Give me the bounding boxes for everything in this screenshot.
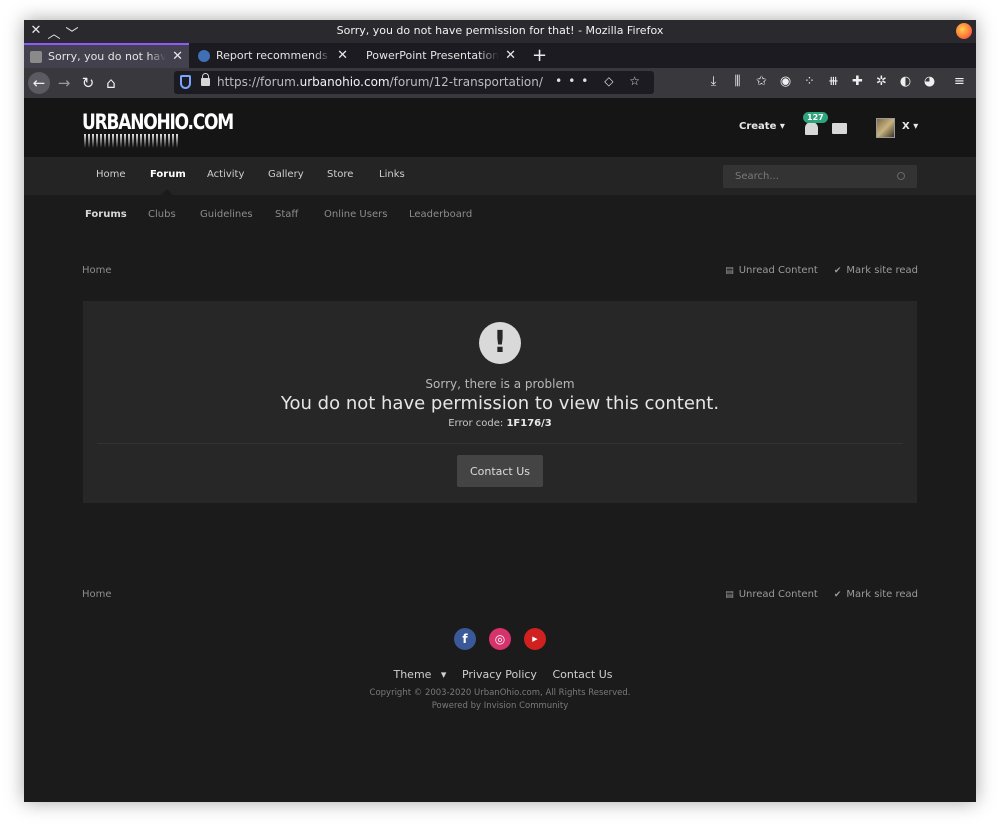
subnav-guidelines[interactable]: Guidelines (200, 209, 253, 220)
error-code: Error code: 1F176/3 (448, 418, 552, 429)
theme-menu[interactable]: Theme ▾ (387, 668, 446, 681)
error-message: You do not have permission to view this … (280, 393, 720, 414)
site-header: URBANOHIO.COM Create ▾ 127 X ▾ (24, 98, 976, 157)
url-text[interactable]: https://forum.urbanohio.com/forum/12-tra… (217, 75, 543, 89)
logo-text: URBANOHIO.COM (82, 110, 234, 135)
youtube-icon[interactable]: ▶ (524, 628, 546, 650)
close-tab-icon[interactable]: ✕ (172, 49, 183, 64)
skyline-logo-icon (84, 134, 180, 148)
error-panel: ! Sorry, there is a problem You do not h… (83, 301, 917, 503)
hamburger-menu-icon[interactable]: ≡ (952, 74, 967, 89)
messages-envelope-icon[interactable] (832, 123, 847, 134)
address-bar[interactable]: https://forum.urbanohio.com/forum/12-tra… (174, 71, 654, 94)
settings-gear-icon[interactable]: ✲ (874, 74, 889, 89)
footer-breadcrumb: Home ▤ Unread Content ✔ Mark site read (82, 587, 918, 603)
breadcrumb-actions: ▤ Unread Content ✔ Mark site read (725, 265, 918, 276)
home-icon[interactable]: ⌂ (100, 72, 122, 94)
tab-label: Sorry, you do not have permission for th… (48, 50, 167, 63)
create-menu[interactable]: Create ▾ (739, 121, 785, 132)
tab-label: Report recommends Cleveland (216, 49, 331, 62)
notification-count-badge: 127 (803, 112, 828, 123)
tab-bar: Sorry, you do not have permission for th… (24, 43, 976, 68)
user-menu[interactable]: X ▾ (902, 121, 918, 132)
close-tab-icon[interactable]: ✕ (337, 48, 348, 63)
mark-site-read-link[interactable]: ✔ Mark site read (834, 265, 918, 276)
site-logo[interactable]: URBANOHIO.COM (82, 106, 234, 154)
tab-powerpoint[interactable]: PowerPoint Presentation - Cover ✕ (360, 43, 522, 68)
page-actions-icons[interactable]: ••• ◇ ☆ (555, 74, 646, 88)
search-box (723, 165, 917, 188)
lock-icon[interactable] (201, 73, 210, 86)
container-icon[interactable]: ⧻ (826, 74, 841, 89)
unread-content-link[interactable]: ▤ Unread Content (725, 265, 818, 276)
web-page: URBANOHIO.COM Create ▾ 127 X ▾ Home Foru… (24, 98, 976, 802)
powered-by-link[interactable]: Powered by Invision Community (24, 701, 976, 711)
unread-content-link[interactable]: ▤ Unread Content (725, 589, 818, 600)
nav-store[interactable]: Store (327, 169, 353, 180)
tab-report[interactable]: Report recommends Cleveland ✕ (192, 43, 354, 68)
copyright-text: Copyright © 2003-2020 UrbanOhio.com, All… (369, 688, 631, 698)
secondary-navigation: Forums Clubs Guidelines Staff Online Use… (24, 195, 976, 232)
ghost-extension-icon[interactable]: ◕ (922, 74, 937, 89)
subnav-leaderboard[interactable]: Leaderboard (409, 209, 472, 220)
nav-forum[interactable]: Forum (150, 169, 186, 180)
search-input[interactable] (723, 165, 893, 188)
avatar[interactable] (876, 118, 895, 138)
tab-permission-error[interactable]: Sorry, you do not have permission for th… (24, 43, 189, 68)
bookmark-star-icon[interactable]: ✩ (754, 74, 769, 89)
contact-us-button[interactable]: Contact Us (457, 455, 543, 487)
search-icon[interactable] (897, 172, 905, 180)
forward-arrow-icon[interactable]: → (53, 72, 75, 94)
window-title: Sorry, you do not have permission for th… (336, 24, 664, 37)
contact-us-link[interactable]: Contact Us (552, 668, 612, 681)
breadcrumb-home[interactable]: Home (82, 265, 112, 276)
divider (97, 443, 903, 444)
close-tab-icon[interactable]: ✕ (505, 48, 516, 63)
nav-gallery[interactable]: Gallery (268, 169, 304, 180)
back-arrow-icon[interactable]: ← (28, 72, 50, 94)
firefox-logo-icon (956, 23, 972, 39)
extensions-puzzle-icon[interactable]: ✚ (850, 74, 865, 89)
newspaper-icon: ▤ (725, 590, 734, 600)
reload-icon[interactable]: ↻ (77, 72, 99, 94)
nav-links[interactable]: Links (379, 169, 405, 180)
instagram-icon[interactable]: ◎ (489, 628, 511, 650)
nav-activity[interactable]: Activity (207, 169, 244, 180)
privacy-extension-icon[interactable]: ◐ (898, 74, 913, 89)
mark-site-read-link[interactable]: ✔ Mark site read (834, 589, 918, 600)
newspaper-icon: ▤ (725, 266, 734, 276)
check-icon: ✔ (833, 266, 842, 276)
primary-navigation: Home Forum Activity Gallery Store Links (24, 157, 976, 195)
subnav-forums[interactable]: Forums (85, 209, 127, 220)
breadcrumb-home[interactable]: Home (82, 589, 112, 600)
exclamation-icon: ! (479, 322, 521, 364)
navigation-toolbar: ← → ↻ ⌂ https://forum.urbanohio.com/foru… (24, 68, 976, 98)
facebook-icon[interactable]: f (454, 628, 476, 650)
tracking-protection-shield-icon[interactable] (180, 75, 191, 89)
subnav-staff[interactable]: Staff (275, 209, 298, 220)
breadcrumb-actions: ▤ Unread Content ✔ Mark site read (725, 589, 918, 600)
downloads-icon[interactable]: ⤓ (706, 74, 721, 89)
title-bar: ✕ ︿ ﹀ Sorry, you do not have permission … (24, 20, 976, 43)
toolbar-icons: ⤓ ⫼ ✩ ◉ ⁘ ⧻ ✚ ✲ ◐ ◕ ≡ (706, 74, 967, 92)
breadcrumb: Home ▤ Unread Content ✔ Mark site read (82, 263, 918, 279)
footer-links: Theme ▾ Privacy Policy Contact Us (24, 668, 976, 681)
account-icon[interactable]: ◉ (778, 74, 793, 89)
browser-window: ✕ ︿ ﹀ Sorry, you do not have permission … (24, 20, 976, 802)
privacy-policy-link[interactable]: Privacy Policy (462, 668, 537, 681)
library-icon[interactable]: ⫼ (730, 74, 745, 89)
subnav-online-users[interactable]: Online Users (324, 209, 387, 220)
nav-home[interactable]: Home (96, 169, 126, 180)
check-icon: ✔ (833, 590, 842, 600)
tab-label: PowerPoint Presentation - Cover (366, 49, 500, 62)
sync-icon[interactable]: ⁘ (802, 74, 817, 89)
notifications-bell-icon[interactable] (805, 122, 818, 135)
new-tab-icon[interactable]: + (532, 45, 547, 66)
urbanohio-favicon-icon (30, 50, 42, 63)
subnav-clubs[interactable]: Clubs (148, 209, 176, 220)
error-subtitle: Sorry, there is a problem (425, 377, 575, 391)
cleveland-favicon-icon (198, 49, 210, 62)
